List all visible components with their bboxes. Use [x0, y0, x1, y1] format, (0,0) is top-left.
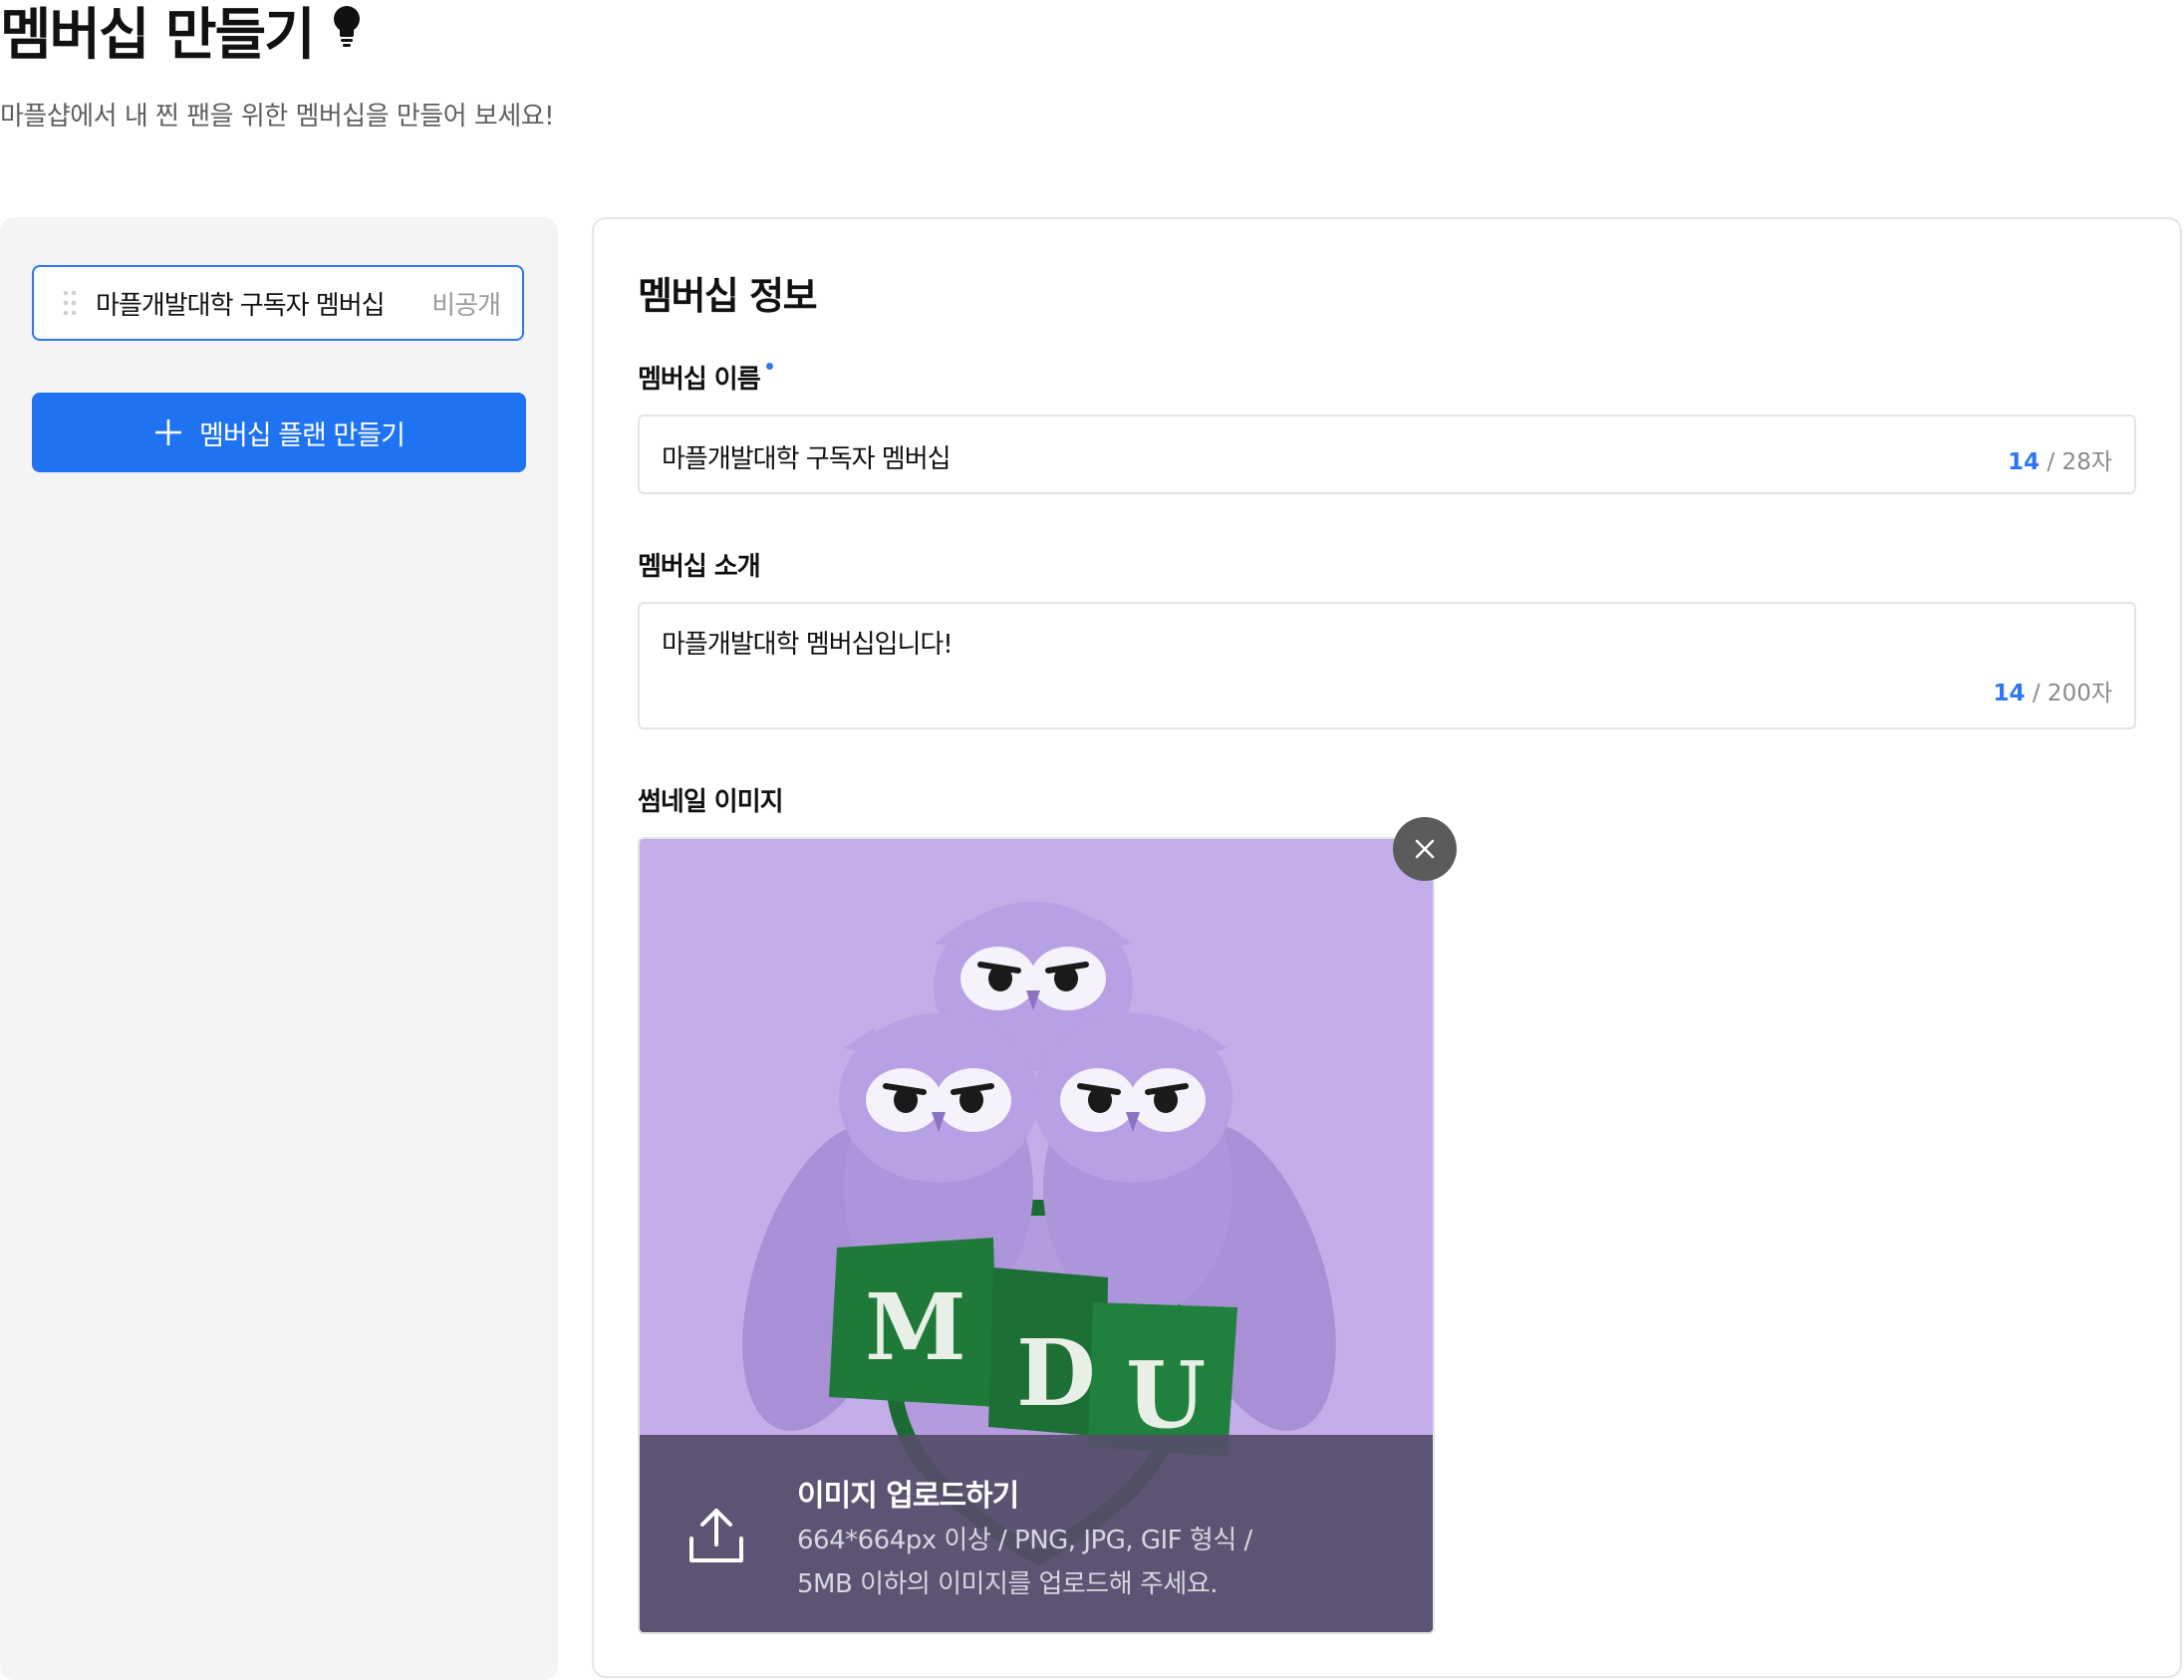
banner-letter-u: U	[1126, 1341, 1206, 1449]
membership-name-label-text: 멤버십 이름	[638, 365, 761, 395]
image-upload-area[interactable]: 이미지 업로드하기 664*664px 이상 / PNG, JPG, GIF 형…	[640, 1435, 1433, 1632]
membership-intro-counter: 14 / 200자	[1994, 674, 2112, 707]
create-plan-label: 멤버십 플랜 만들기	[199, 420, 406, 451]
membership-intro-count: 14	[1993, 681, 2026, 706]
membership-name-counter: 14 / 28자	[2008, 442, 2112, 476]
drag-handle-icon[interactable]	[62, 290, 78, 316]
lightbulb-icon	[333, 6, 360, 47]
membership-intro-textarea[interactable]: 마플개발대학 멤버십입니다! 14 / 200자	[638, 602, 2136, 729]
membership-info-panel: 멤버십 정보 멤버십 이름 마플개발대학 구독자 멤버십 14 / 28자 멤버…	[592, 217, 2182, 1678]
banner-letter-d: D	[1016, 1319, 1096, 1427]
thumbnail-label: 썸네일 이미지	[638, 787, 784, 817]
page-title: 멤버십 만들기	[0, 3, 316, 68]
membership-intro-label: 멤버십 소개	[638, 552, 761, 582]
membership-name-value: 마플개발대학 구독자 멤버십	[662, 444, 952, 474]
upload-description-line1: 664*664px 이상 / PNG, JPG, GIF 형식 /	[797, 1526, 1252, 1555]
plus-icon	[155, 420, 182, 445]
upload-title: 이미지 업로드하기	[797, 1479, 1019, 1514]
upload-description: 664*664px 이상 / PNG, JPG, GIF 형식 / 5MB 이하…	[797, 1519, 1395, 1606]
membership-intro-value: 마플개발대학 멤버십입니다!	[662, 630, 954, 660]
membership-intro-max: / 200자	[2025, 681, 2112, 706]
remove-image-button[interactable]	[1393, 817, 1457, 881]
upload-icon	[689, 1509, 743, 1562]
page-header: 멤버십 만들기	[0, 4, 364, 68]
thumbnail-image[interactable]: M D U 이미지 업로드하기 664*664px 이상 / PNG, JPG,…	[638, 837, 1435, 1634]
membership-visibility-badge: 비공개	[431, 290, 501, 321]
section-title: 멤버십 정보	[638, 274, 818, 318]
close-icon	[1415, 839, 1435, 859]
membership-item-name: 마플개발대학 구독자 멤버십	[96, 290, 386, 321]
create-plan-button[interactable]: 멤버십 플랜 만들기	[32, 393, 526, 472]
membership-list-panel: 마플개발대학 구독자 멤버십 비공개 멤버십 플랜 만들기	[0, 217, 558, 1680]
required-indicator	[765, 363, 773, 370]
page-subtitle: 마플샵에서 내 찐 팬을 위한 멤버십을 만들어 보세요!	[0, 102, 555, 132]
membership-name-count: 14	[2008, 449, 2041, 475]
banner-letter-m: M	[865, 1273, 966, 1381]
membership-name-max: / 28자	[2040, 449, 2112, 475]
membership-name-label: 멤버십 이름	[638, 359, 773, 396]
membership-list-item[interactable]: 마플개발대학 구독자 멤버십 비공개	[32, 265, 524, 341]
membership-name-input[interactable]: 마플개발대학 구독자 멤버십 14 / 28자	[638, 415, 2136, 494]
upload-description-line2: 5MB 이하의 이미지를 업로드해 주세요.	[797, 1569, 1219, 1599]
